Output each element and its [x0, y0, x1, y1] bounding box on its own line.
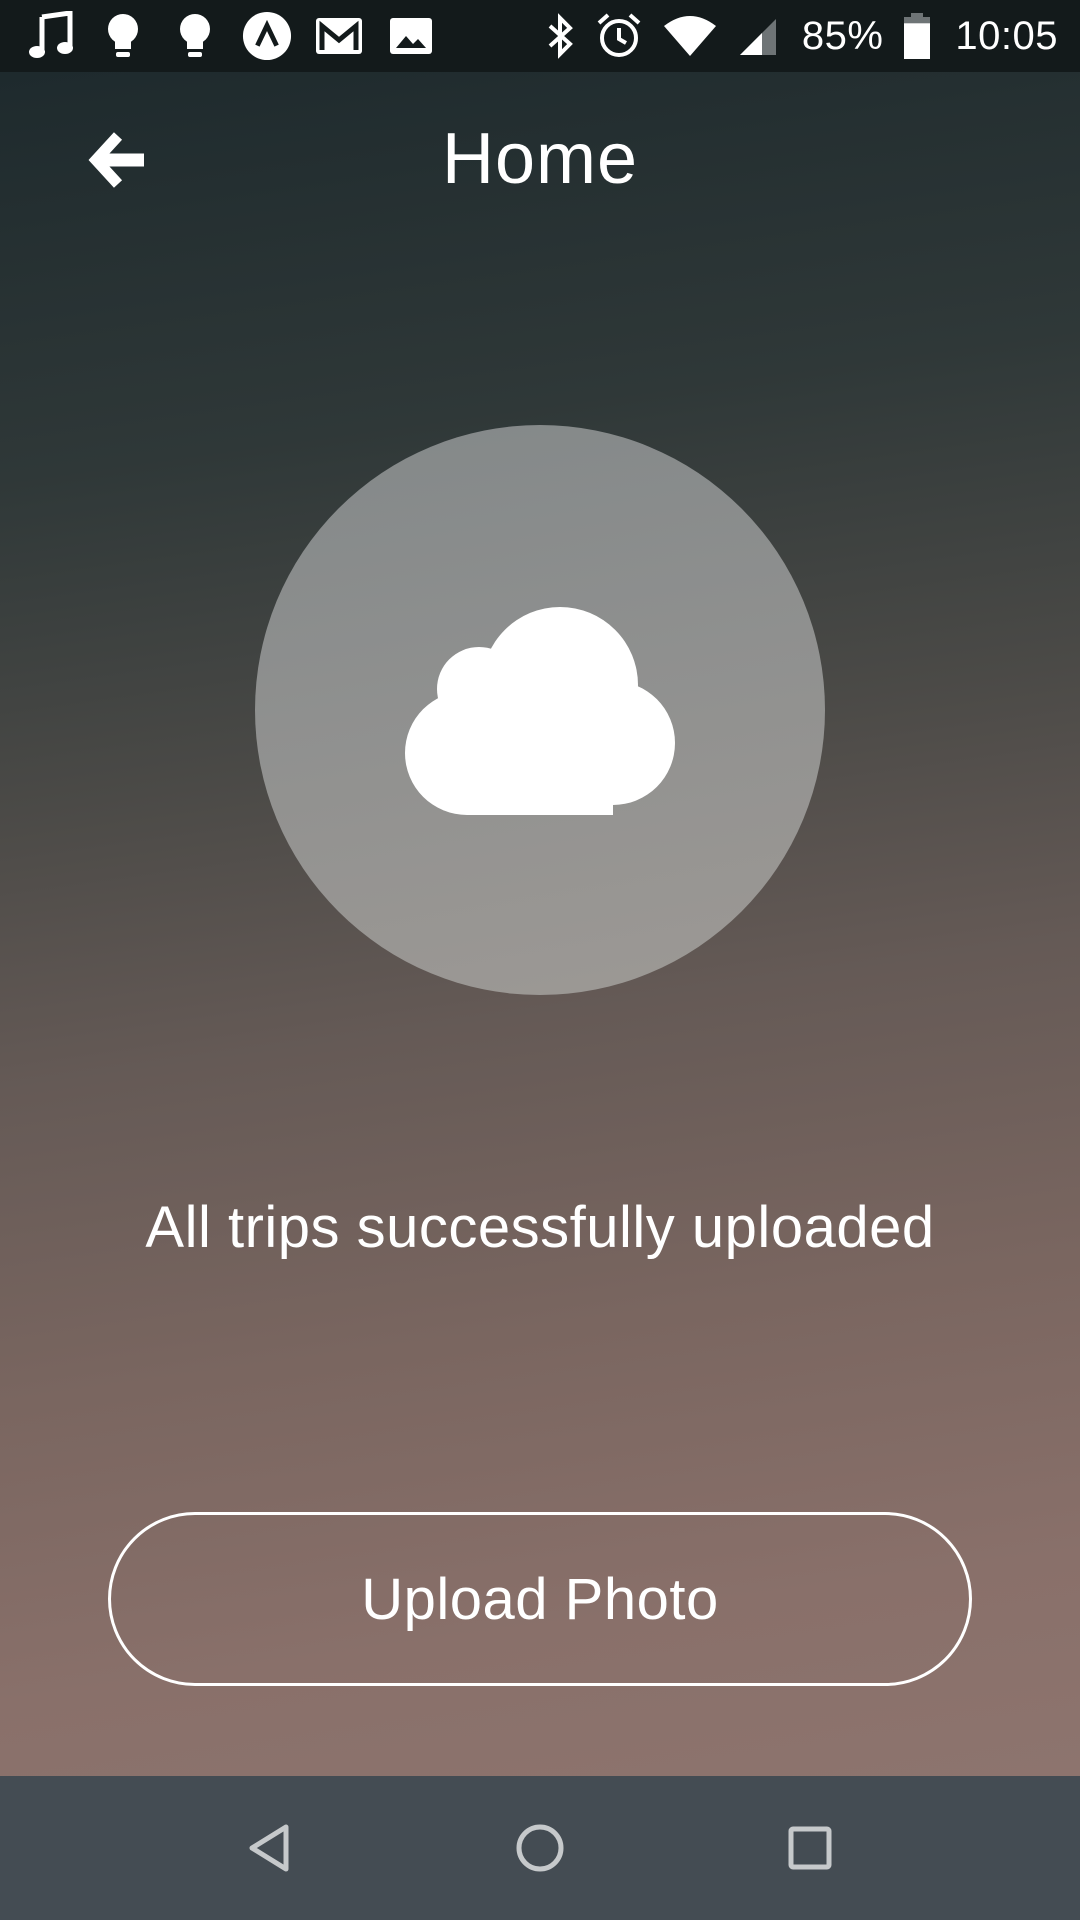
battery-percent: 85%	[801, 13, 884, 58]
upload-status-message: All trips successfully uploaded	[145, 1195, 935, 1260]
image-icon	[386, 11, 436, 61]
screen: 85% 10:05 Home All trips successfully up…	[0, 0, 1080, 1920]
bluetooth-icon	[546, 11, 576, 61]
wifi-icon	[662, 11, 718, 61]
cellular-signal-icon	[738, 11, 778, 61]
header: Home	[0, 72, 1080, 248]
app-a-icon	[242, 11, 292, 61]
lightbulb-icon	[170, 11, 220, 61]
status-bar: 85% 10:05	[0, 0, 1080, 72]
page-title: Home	[441, 119, 639, 199]
alarm-icon	[596, 11, 642, 61]
nav-home-button[interactable]	[500, 1808, 580, 1888]
app-content: Home All trips successfully uploaded Upl…	[0, 72, 1080, 1776]
music-note-icon	[26, 11, 76, 61]
back-triangle-icon	[249, 1824, 289, 1872]
upload-status-circle	[255, 425, 825, 995]
notification-icons	[26, 11, 458, 61]
nav-back-button[interactable]	[230, 1808, 310, 1888]
cloud-icon	[405, 607, 675, 815]
gmail-icon	[314, 11, 364, 61]
upload-photo-button[interactable]: Upload Photo	[108, 1512, 972, 1686]
recents-square-icon	[788, 1826, 832, 1870]
home-circle-icon	[516, 1824, 564, 1872]
lightbulb-icon	[98, 11, 148, 61]
navigation-bar	[0, 1776, 1080, 1920]
battery-icon	[903, 11, 931, 61]
system-icons: 85% 10:05	[526, 11, 1058, 61]
clock: 10:05	[955, 13, 1058, 58]
nav-recents-button[interactable]	[770, 1808, 850, 1888]
